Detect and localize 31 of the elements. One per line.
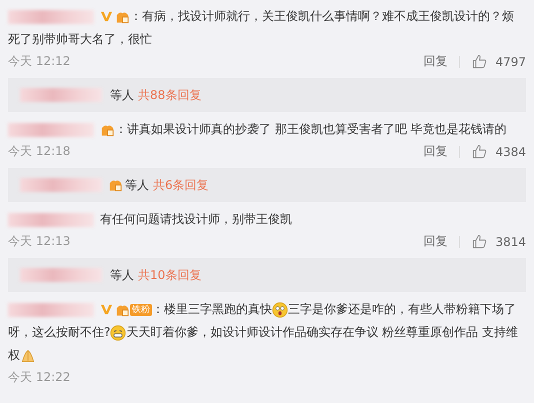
thread-users-text: 等人 <box>110 266 134 284</box>
comment-time: 今天 12:13 <box>8 233 70 250</box>
reply-link[interactable]: 回复 <box>423 53 448 70</box>
comment-text: 三字是你爹还是咋的，有些人带粉籍下场了 <box>288 301 516 318</box>
comment-text: ：楼里三字黑跑的真快 <box>152 301 272 318</box>
comment-time: 今天 12:22 <box>8 369 70 386</box>
thumbs-up-icon[interactable] <box>472 234 488 249</box>
fan-level-badge: 铁粉 <box>130 304 152 316</box>
comment-text: 天天盯着你爹，如设计师设计作品确实存在争议 粉丝尊重原创作品 支持维 <box>126 324 518 341</box>
comment-text: 权 <box>8 347 20 364</box>
reply-thread-bar[interactable]: 等人 共10条回复 <box>8 258 526 292</box>
reply-thread-bar[interactable]: 等人 共6条回复 <box>8 168 526 202</box>
comment-text: 死了别带帅哥大名了，很忙 <box>8 31 152 48</box>
comment-text: 有任何问题请找设计师，别带王俊凯 <box>100 211 292 228</box>
grinning-face-icon <box>110 324 126 340</box>
comment-text: ：讲真如果设计师真的抄袭了 那王俊凯也算受害者了吧 毕竟也是花钱请的 <box>115 121 507 138</box>
comment-text: ：有病，找设计师就行，关王俊凯什么事情啊？难不成王俊凯设计的？烦 <box>130 8 514 25</box>
reply-link[interactable]: 回复 <box>423 233 448 250</box>
like-count: 4384 <box>495 144 526 158</box>
like-count: 4797 <box>495 54 526 68</box>
thumbs-up-icon[interactable] <box>472 54 488 69</box>
reply-thread-bar[interactable]: 等人 共88条回复 <box>8 78 526 112</box>
thread-users-text: 等人 <box>125 176 149 194</box>
thread-users-text: 等人 <box>110 86 134 104</box>
reply-link[interactable]: 回复 <box>423 143 448 160</box>
comment-time: 今天 12:12 <box>8 53 70 70</box>
comment-text: 呀，这么按耐不住? <box>8 324 110 341</box>
like-count: 3814 <box>495 234 526 248</box>
thumbs-up-icon[interactable] <box>472 144 488 159</box>
comment-time: 今天 12:18 <box>8 143 70 160</box>
surprised-face-icon <box>272 302 288 318</box>
